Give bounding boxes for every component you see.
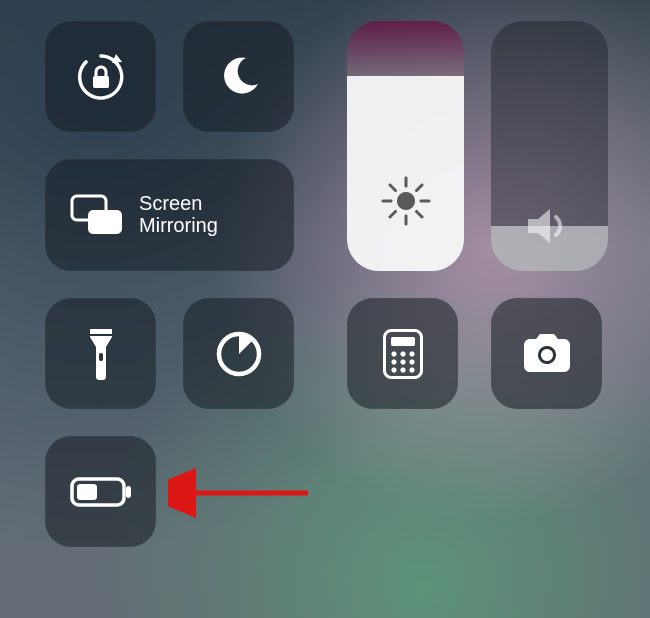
flashlight-button[interactable] xyxy=(45,298,156,409)
camera-button[interactable] xyxy=(491,298,602,409)
rotation-lock-icon xyxy=(72,48,130,106)
volume-slider[interactable] xyxy=(491,21,608,271)
flashlight-icon xyxy=(86,327,116,381)
calculator-button[interactable] xyxy=(347,298,458,409)
annotation-arrow xyxy=(168,468,318,518)
calculator-icon xyxy=(383,329,423,379)
do-not-disturb-toggle[interactable] xyxy=(183,21,294,132)
low-power-mode-toggle[interactable] xyxy=(45,436,156,547)
moon-icon xyxy=(216,54,262,100)
brightness-slider[interactable] xyxy=(347,21,464,271)
rotation-lock-toggle[interactable] xyxy=(45,21,156,132)
sun-icon xyxy=(379,174,433,228)
screen-mirroring-button[interactable]: Screen Mirroring xyxy=(45,159,294,271)
timer-button[interactable] xyxy=(183,298,294,409)
screen-mirroring-icon xyxy=(69,193,125,237)
brightness-slider-track-top xyxy=(347,21,464,76)
speaker-icon xyxy=(524,205,576,247)
control-center: Screen Mirroring xyxy=(0,0,650,618)
timer-icon xyxy=(214,329,264,379)
screen-mirroring-label: Screen Mirroring xyxy=(139,193,218,237)
camera-icon xyxy=(519,333,575,375)
battery-low-icon xyxy=(70,477,132,507)
